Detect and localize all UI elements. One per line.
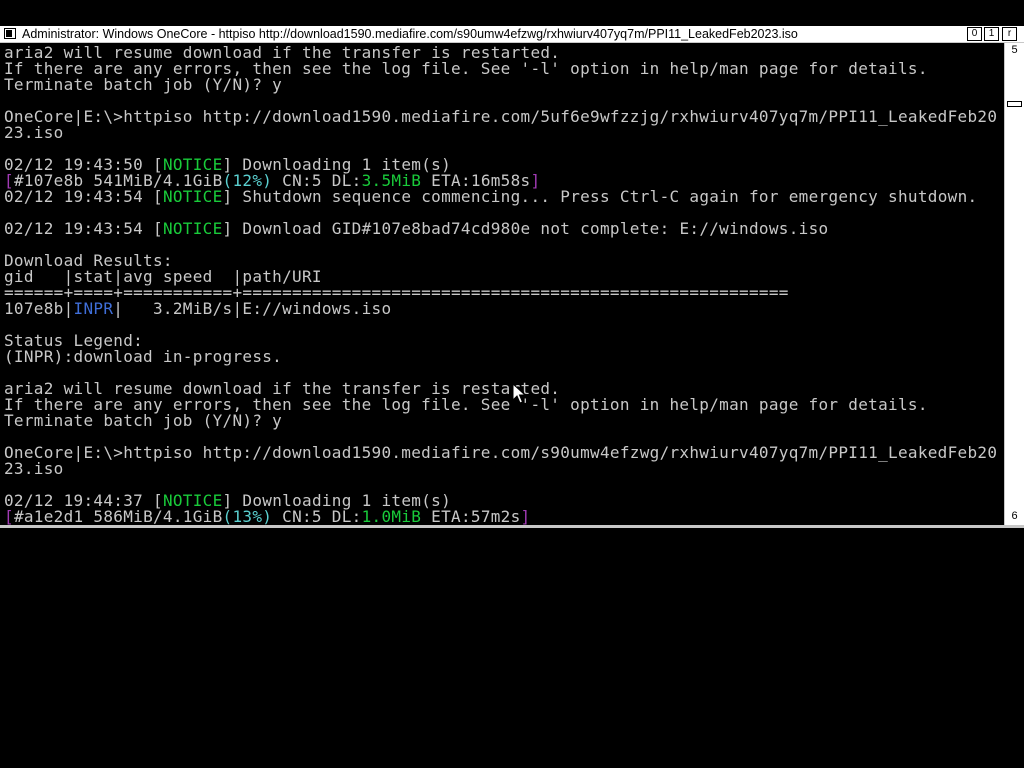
mouse-pointer-icon bbox=[512, 383, 526, 404]
command-line-wrap: 23.iso bbox=[4, 459, 64, 478]
maximize-button[interactable]: 1 bbox=[984, 27, 999, 41]
command-line: OneCore|E:\>httpiso http://download1590.… bbox=[4, 443, 998, 462]
vertical-scrollbar[interactable]: 5 6 bbox=[1004, 43, 1024, 525]
progress-line: [#a1e2d1 586MiB/4.1GiB(13%) CN:5 DL:1.0M… bbox=[4, 507, 531, 525]
notice-tag: NOTICE bbox=[162, 187, 223, 206]
minimize-button[interactable]: 0 bbox=[967, 27, 982, 41]
notice-line: 02/12 19:43:54 [NOTICE] Download GID#107… bbox=[4, 219, 829, 238]
notice-tag: NOTICE bbox=[162, 219, 223, 238]
results-row: 107e8b|INPR| 3.2MiB/s|E://windows.iso bbox=[4, 299, 392, 318]
title-bar[interactable]: Administrator: Windows OneCore - httpiso… bbox=[0, 26, 1024, 43]
console-line: Terminate batch job (Y/N)? y bbox=[4, 411, 283, 430]
scroll-thumb[interactable] bbox=[1007, 101, 1022, 107]
notice-line: 02/12 19:43:54 [NOTICE] Shutdown sequenc… bbox=[4, 187, 978, 206]
status-inpr: INPR bbox=[73, 299, 114, 318]
command-line: OneCore|E:\>httpiso http://download1590.… bbox=[4, 107, 998, 126]
command-line-wrap: 23.iso bbox=[4, 123, 64, 142]
scroll-up-arrow-icon[interactable]: 5 bbox=[1005, 44, 1024, 56]
scroll-down-arrow-icon[interactable]: 6 bbox=[1005, 510, 1024, 522]
legend-entry: (INPR):download in-progress. bbox=[4, 347, 283, 366]
console-line: Terminate batch job (Y/N)? y bbox=[4, 75, 283, 94]
close-button[interactable]: r bbox=[1002, 27, 1017, 41]
window-bottom-border[interactable] bbox=[0, 525, 1024, 528]
console-app-icon[interactable] bbox=[4, 28, 16, 39]
console-output[interactable]: aria2 will resume download if the transf… bbox=[0, 43, 1004, 525]
window-title: Administrator: Windows OneCore - httpiso… bbox=[22, 27, 798, 41]
